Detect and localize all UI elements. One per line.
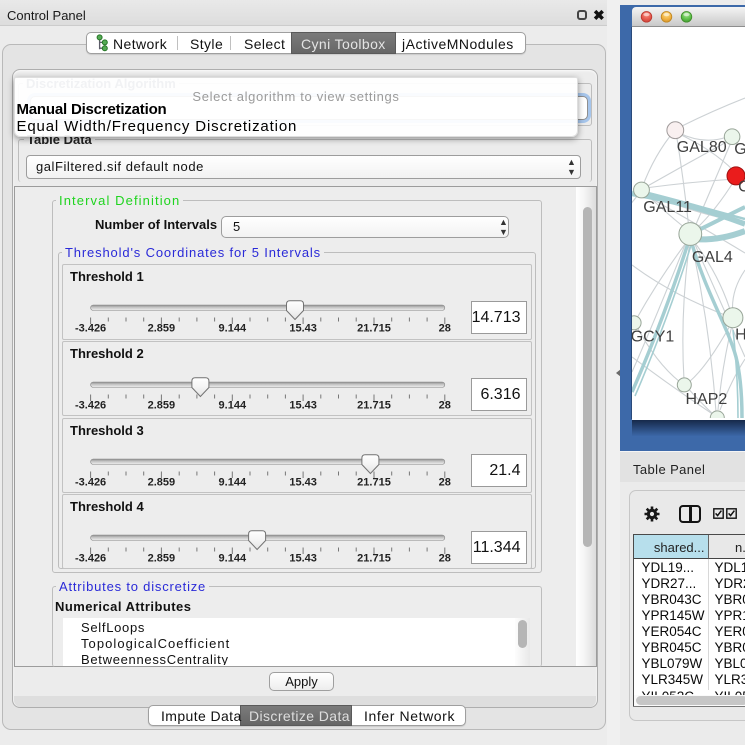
svg-text:9.144: 9.144	[219, 323, 247, 335]
svg-text:GAL: GAL	[734, 141, 745, 158]
svg-text:21.715: 21.715	[357, 400, 391, 412]
svg-text:21.715: 21.715	[357, 323, 391, 335]
svg-text:2.859: 2.859	[148, 400, 176, 412]
svg-text:2.859: 2.859	[148, 553, 176, 565]
svg-text:28: 28	[439, 553, 451, 565]
svg-text:15.43: 15.43	[289, 553, 317, 565]
svg-text:9.144: 9.144	[219, 476, 247, 488]
svg-text:-3.426: -3.426	[75, 400, 106, 412]
svg-text:GAL11: GAL11	[643, 199, 692, 216]
svg-text:15.43: 15.43	[289, 476, 317, 488]
svg-text:GCY1: GCY1	[632, 329, 674, 346]
svg-text:21.715: 21.715	[357, 476, 391, 488]
svg-text:GAL4: GAL4	[692, 249, 733, 266]
svg-text:9.144: 9.144	[219, 553, 247, 565]
svg-text:28: 28	[439, 476, 451, 488]
svg-text:-3.426: -3.426	[75, 553, 106, 565]
svg-text:2.859: 2.859	[148, 476, 176, 488]
svg-text:CD: CD	[738, 178, 745, 195]
svg-text:HA: HA	[735, 327, 745, 344]
svg-text:28: 28	[439, 400, 451, 412]
svg-text:15.43: 15.43	[289, 323, 317, 335]
svg-text:2.859: 2.859	[148, 323, 176, 335]
svg-text:28: 28	[439, 323, 451, 335]
svg-text:9.144: 9.144	[219, 400, 247, 412]
svg-text:-3.426: -3.426	[75, 323, 106, 335]
svg-text:15.43: 15.43	[289, 400, 317, 412]
svg-text:HAP2: HAP2	[686, 391, 728, 408]
svg-text:GAL80: GAL80	[677, 139, 727, 156]
svg-text:21.715: 21.715	[357, 553, 391, 565]
svg-text:-3.426: -3.426	[75, 476, 106, 488]
